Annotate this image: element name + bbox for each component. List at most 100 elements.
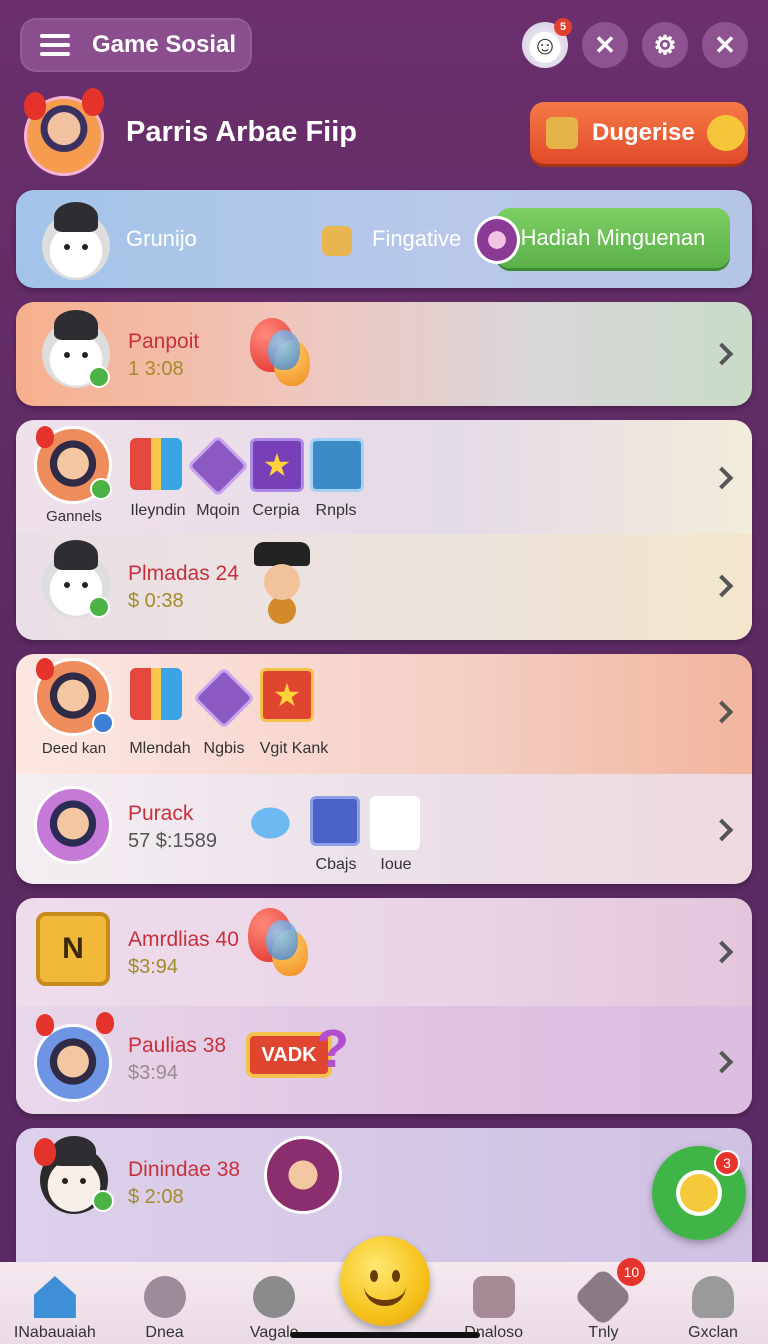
hat-man-icon: [370, 796, 420, 850]
fish-icon: [248, 796, 304, 850]
tools-button[interactable]: ✕: [702, 22, 748, 68]
item-label: Mlendah: [129, 740, 191, 757]
chevron-right-icon: [710, 700, 734, 724]
avatar-label: Gannels: [46, 508, 102, 525]
list-group: Gannels Ileyndin Mqoin ★ Cerpia Rnpls Pl…: [16, 420, 752, 640]
ghost-notification-button[interactable]: ☺ 5: [522, 18, 572, 68]
center-smiley-button[interactable]: [340, 1236, 430, 1326]
row-subtitle: $ 2:08: [128, 1186, 184, 1208]
balloons-icon: [250, 318, 314, 398]
orange-cta-button[interactable]: Dugerise: [530, 102, 748, 164]
badge-text: VADK: [261, 1043, 317, 1066]
chat-button[interactable]: 3: [652, 1146, 746, 1240]
ghost-avatar: [42, 202, 110, 280]
item-label: Ileyndin: [130, 502, 186, 519]
item-label: Rnpls: [315, 502, 357, 519]
list-item[interactable]: Purack 57 $:1589 Cbajs Ioue: [16, 774, 752, 884]
nav-label: Gxclan: [688, 1324, 738, 1341]
item-label: Mqoin: [196, 502, 240, 519]
top-bar: Game Sosial ☺ 5 ✕ ⚙ ✕: [0, 0, 768, 90]
heart-icon: [474, 216, 520, 264]
group-card[interactable]: Grunijo Fingative Hadiah Minguenan: [16, 190, 752, 288]
gift-icon: [130, 668, 182, 720]
nav-item-dnea[interactable]: Dnea: [117, 1264, 213, 1342]
mail-icon: [472, 1276, 515, 1318]
top-actions: ☺ 5 ✕ ⚙ ✕: [522, 18, 748, 68]
question-icon: ?: [316, 1019, 349, 1079]
list-item[interactable]: Plmadas 24 $ 0:38: [16, 534, 752, 640]
settings-button[interactable]: ⚙: [642, 22, 688, 68]
balloon-icon: [36, 426, 54, 448]
chevron-right-icon: [710, 466, 734, 490]
mouth-icon: [364, 1286, 406, 1306]
boy-avatar: [34, 786, 112, 864]
menu-button[interactable]: Game Sosial: [20, 18, 252, 72]
chevron-right-icon: [710, 1050, 734, 1074]
list-item[interactable]: Gannels Ileyndin Mqoin ★ Cerpia Rnpls: [16, 420, 752, 532]
chevron-right-icon: [710, 940, 734, 964]
check-icon: [88, 596, 110, 618]
tools-icon: ✕: [714, 29, 736, 60]
smiley-icon: [706, 115, 745, 151]
eye-icon: [392, 1270, 400, 1282]
list-item[interactable]: Dinindae 38 $ 2:08: [16, 1128, 752, 1234]
close-icon: ✕: [594, 29, 616, 60]
nav-item-gxclan[interactable]: Gxclan: [665, 1264, 761, 1342]
home-icon: [33, 1276, 76, 1318]
check-icon: [88, 366, 110, 388]
home-indicator[interactable]: [290, 1332, 480, 1338]
list-item[interactable]: N Amrdlias 40 $3:94: [16, 898, 752, 1004]
row-subtitle: $ 0:38: [128, 590, 184, 612]
item-label: Cbajs: [315, 856, 357, 873]
nav-item-home[interactable]: INabauaiah: [7, 1264, 103, 1342]
row-subtitle: 57 $:1589: [128, 830, 217, 852]
row-subtitle: $3:94: [128, 956, 179, 978]
balloon-icon: [36, 658, 54, 680]
nav-label: INabauaiah: [13, 1324, 96, 1341]
chat-badge: 3: [714, 1150, 740, 1176]
nav-label: Tnly: [588, 1324, 619, 1341]
letter-n-icon: N: [36, 912, 110, 986]
gear-icon: [253, 1276, 296, 1318]
balloon-icon: [34, 1138, 56, 1166]
hamburger-icon: [40, 34, 70, 56]
chest-icon: [546, 117, 578, 149]
diamond-icon: [186, 434, 250, 498]
group-mid-label: Fingative: [372, 226, 462, 251]
row-title: Paulias 38: [128, 1034, 227, 1057]
list-item[interactable]: Deed kan Mlendah Ngbis ★ Vgit Kank: [16, 654, 752, 772]
row-subtitle: $3:94: [128, 1062, 179, 1084]
balloon-icon: [96, 1012, 114, 1034]
check-icon: [92, 712, 114, 734]
list-item[interactable]: Panpoit 1 3:08: [16, 302, 752, 406]
row-title: Purack: [128, 802, 194, 825]
weekly-reward-button[interactable]: Hadiah Minguenan: [496, 208, 730, 268]
balloon-icon: [36, 1014, 54, 1036]
row-title: Dinindae 38: [128, 1158, 241, 1181]
gift-icon: [130, 438, 182, 490]
sun-icon: [310, 796, 360, 846]
cookie-icon: [322, 226, 352, 256]
person-icon: [692, 1276, 735, 1318]
hooded-avatar: [264, 1136, 342, 1214]
app-title: Game Sosial: [92, 31, 237, 58]
cta-label: Dugerise: [592, 119, 695, 146]
item-label: Ioue: [380, 856, 412, 873]
check-icon: [90, 478, 112, 500]
nav-item-dnaloso[interactable]: Dnaloso: [446, 1264, 542, 1342]
cat-icon: [310, 438, 364, 492]
avatar-label: Deed kan: [41, 740, 107, 757]
list-item[interactable]: Paulias 38 $3:94 VADK ?: [16, 1006, 752, 1114]
nav-item-vagale[interactable]: Vagale: [226, 1264, 322, 1342]
close-button[interactable]: ✕: [582, 22, 628, 68]
balloon-icon: [82, 88, 104, 116]
nav-item-tnly[interactable]: 10 Tnly: [555, 1258, 651, 1342]
star-icon: ★: [250, 438, 304, 492]
hat-man-icon: [250, 542, 314, 622]
nav-badge: 10: [617, 1258, 646, 1286]
group-name: Grunijo: [126, 226, 197, 251]
check-icon: [92, 1190, 114, 1212]
item-label: Ngbis: [203, 740, 245, 757]
notification-badge: 5: [554, 18, 572, 36]
list-group: N Amrdlias 40 $3:94 Paulias 38 $3:94 VAD…: [16, 898, 752, 1114]
